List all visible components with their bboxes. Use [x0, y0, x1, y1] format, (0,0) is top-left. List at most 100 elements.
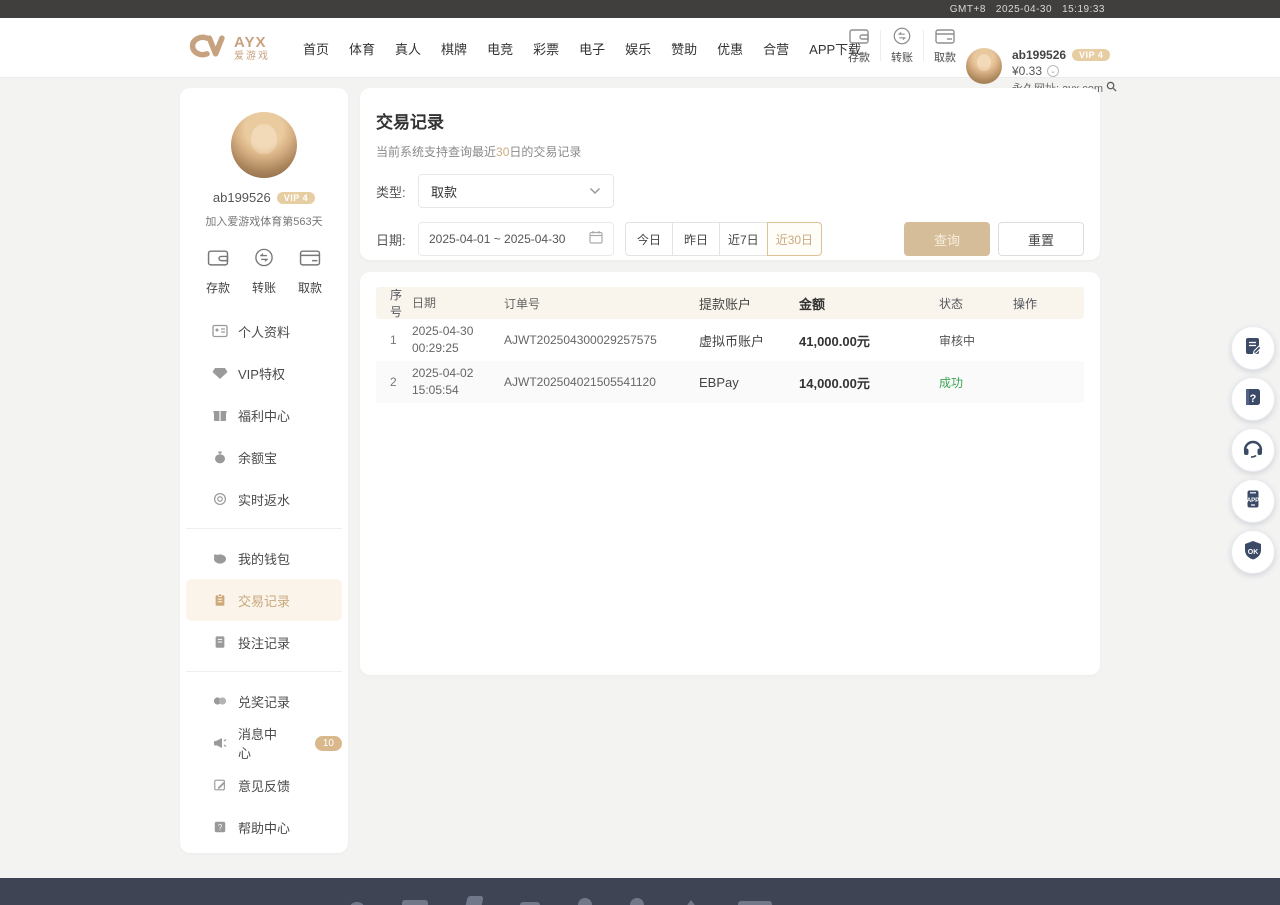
shield-icon — [1242, 539, 1264, 566]
type-select-value: 取款 — [431, 182, 457, 201]
main-nav: 首页 体育 真人 棋牌 电竞 彩票 电子 娱乐 赞助 优惠 合营 APP下载 — [300, 18, 864, 78]
row-datetime: 2025-04-30 00:29:25 — [412, 323, 504, 357]
sidebar-item-prize-records[interactable]: 兑奖记录 — [186, 680, 342, 722]
sidebar-item-betting-records[interactable]: 投注记录 — [186, 621, 342, 663]
wallet-icon — [206, 247, 230, 273]
nav-slots[interactable]: 电子 — [576, 35, 608, 62]
nav-affiliate[interactable]: 合营 — [760, 35, 792, 62]
deposit-button[interactable]: 存款 — [838, 26, 880, 65]
system-date: 2025-04-30 — [996, 4, 1052, 15]
table-header-row: 序号 日期 订单号 提款账户 金额 状态 操作 — [376, 287, 1084, 319]
system-topbar: GMT+8 2025-04-30 15:19:33 — [0, 0, 1280, 18]
notebook-icon — [212, 634, 228, 650]
sidebar-item-vip[interactable]: VIP特权 — [186, 352, 342, 394]
chip-last30days[interactable]: 近30日 — [767, 222, 822, 256]
sidebar-item-feedback[interactable]: 意见反馈 — [186, 764, 342, 806]
sidebar-menu: 个人资料 VIP特权 福利中心 余额宝 实时返水 我的钱包 — [180, 310, 348, 848]
sidebar-item-welfare[interactable]: 福利中心 — [186, 394, 342, 436]
sidebar-item-yuebao[interactable]: 余额宝 — [186, 436, 342, 478]
profile-username: ab199526 — [213, 190, 271, 205]
question-square-icon: ? — [212, 819, 228, 835]
sidebar-item-transactions[interactable]: 交易记录 — [186, 579, 342, 621]
wallet-icon — [848, 26, 870, 46]
page-title: 交易记录 — [376, 108, 1084, 133]
chip-last7days[interactable]: 近7日 — [719, 222, 768, 256]
app-download-button[interactable]: APP — [1231, 479, 1275, 523]
coins-icon — [212, 693, 228, 709]
sidebar: ab199526 VIP 4 加入爱游戏体育第563天 存款 转账 取款 个人资… — [180, 88, 348, 853]
header-quick-actions: 存款 转账 取款 — [838, 26, 966, 65]
help-book-icon — [1242, 386, 1264, 413]
type-filter-label: 类型: — [376, 182, 418, 201]
sidebar-transfer-button[interactable]: 转账 — [252, 247, 276, 296]
col-date: 日期 — [412, 295, 504, 312]
svg-text:?: ? — [218, 823, 223, 832]
filters-card: 交易记录 当前系统支持查询最近30日的交易记录 类型: 取款 日期: 2025-… — [360, 88, 1100, 260]
col-status: 状态 — [939, 295, 1013, 312]
sidebar-item-wallet[interactable]: 我的钱包 — [186, 537, 342, 579]
deposit-label: 存款 — [848, 49, 870, 65]
date-quick-chips: 今日 昨日 近7日 近30日 — [625, 222, 822, 256]
floating-toolbar: ? APP OK — [1231, 326, 1275, 574]
date-filter-label: 日期: — [376, 230, 418, 249]
sidebar-deposit-button[interactable]: 存款 — [206, 247, 230, 296]
chip-yesterday[interactable]: 昨日 — [672, 222, 720, 256]
reset-button[interactable]: 重置 — [998, 222, 1084, 256]
query-button[interactable]: 查询 — [904, 222, 990, 256]
row-amount: 41,000.00元 — [799, 331, 939, 350]
sidebar-withdraw-button[interactable]: 取款 — [298, 247, 322, 296]
col-order: 订单号 — [504, 295, 699, 312]
security-verify-button[interactable]: OK — [1231, 530, 1275, 574]
joined-days-label: 加入爱游戏体育第563天 — [180, 213, 348, 229]
nav-esports[interactable]: 电竞 — [484, 35, 516, 62]
col-amount: 金额 — [799, 294, 939, 313]
header: AYX 爱游戏 首页 体育 真人 棋牌 电竞 彩票 电子 娱乐 赞助 优惠 合营… — [0, 18, 1280, 78]
records-table-card: 序号 日期 订单号 提款账户 金额 状态 操作 1 2025-04-30 00:… — [360, 272, 1100, 675]
row-amount: 14,000.00元 — [799, 373, 939, 392]
logo-monogram-icon — [185, 31, 229, 66]
withdraw-button[interactable]: 取款 — [924, 26, 966, 65]
survey-button[interactable] — [1231, 326, 1275, 370]
sidebar-item-rebate[interactable]: 实时返水 — [186, 478, 342, 520]
nav-cards[interactable]: 棋牌 — [438, 35, 470, 62]
sidebar-item-messages[interactable]: 消息中心 10 — [186, 722, 342, 764]
sidebar-item-profile[interactable]: 个人资料 — [186, 310, 342, 352]
footer-partner-logos — [350, 896, 772, 905]
nav-sponsor[interactable]: 赞助 — [668, 35, 700, 62]
target-icon — [212, 491, 228, 507]
money-pouch-icon — [212, 449, 228, 465]
divider — [186, 671, 342, 672]
search-icon[interactable] — [1106, 81, 1117, 95]
faq-button[interactable]: ? — [1231, 377, 1275, 421]
row-index: 1 — [376, 333, 412, 347]
nav-promos[interactable]: 优惠 — [714, 35, 746, 62]
nav-lottery[interactable]: 彩票 — [530, 35, 562, 62]
nav-home[interactable]: 首页 — [300, 35, 332, 62]
row-datetime: 2025-04-02 15:05:54 — [412, 365, 504, 399]
date-range-input[interactable]: 2025-04-01 ~ 2025-04-30 — [418, 222, 614, 256]
col-action: 操作 — [1013, 295, 1084, 312]
page-subtitle: 当前系统支持查询最近30日的交易记录 — [376, 143, 1084, 160]
piggy-bank-icon — [212, 550, 228, 566]
divider — [186, 528, 342, 529]
clipboard-icon — [212, 592, 228, 608]
type-select[interactable]: 取款 — [418, 174, 614, 208]
document-pencil-icon — [1242, 335, 1264, 362]
subtitle-days-highlight: 30 — [496, 145, 509, 159]
brand-logo[interactable]: AYX 爱游戏 — [185, 31, 270, 66]
nav-sports[interactable]: 体育 — [346, 35, 378, 62]
system-time: 15:19:33 — [1062, 4, 1105, 15]
page: GMT+8 2025-04-30 15:19:33 AYX 爱游戏 首页 体育 … — [0, 0, 1280, 905]
customer-service-button[interactable] — [1231, 428, 1275, 472]
nav-live[interactable]: 真人 — [392, 35, 424, 62]
calendar-icon — [589, 230, 603, 249]
bank-card-icon — [298, 247, 322, 273]
balance-refresh-icon[interactable]: ⌄ — [1047, 65, 1059, 77]
sidebar-item-help[interactable]: ? 帮助中心 — [186, 806, 342, 848]
chip-today[interactable]: 今日 — [625, 222, 673, 256]
nav-entertainment[interactable]: 娱乐 — [622, 35, 654, 62]
profile-avatar[interactable] — [231, 112, 297, 178]
status-badge: 成功 — [939, 374, 1013, 391]
transfer-button[interactable]: 转账 — [881, 26, 923, 65]
user-avatar[interactable] — [966, 48, 1002, 84]
